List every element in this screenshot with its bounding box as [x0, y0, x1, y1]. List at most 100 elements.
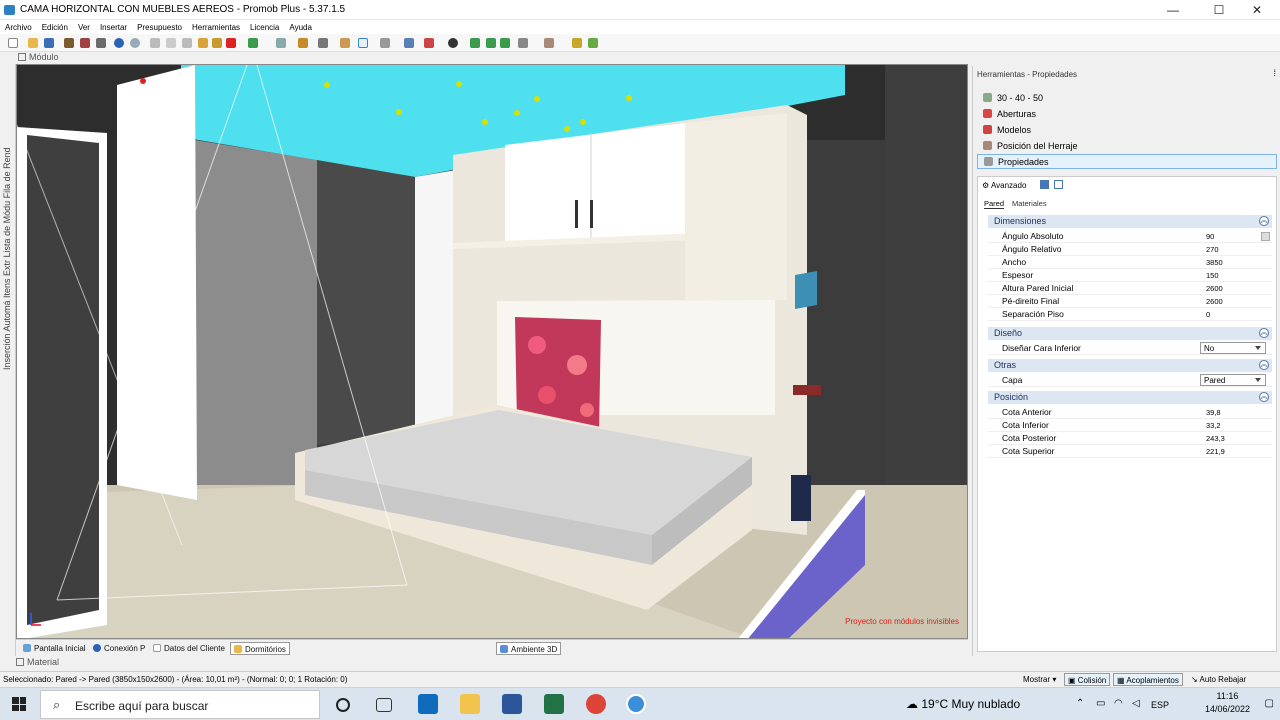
- tab-ambiente-3d[interactable]: Ambiente 3D: [496, 642, 562, 655]
- section-dimensiones[interactable]: Dimensiones ︽: [988, 215, 1272, 228]
- panel-item-posicion-herraje[interactable]: Posición del Herraje: [977, 139, 1277, 154]
- prop-row[interactable]: Cota Posterior 243,3: [988, 432, 1272, 445]
- select-pointer-icon[interactable]: [358, 38, 368, 48]
- acoplamientos-toggle[interactable]: ▦ Acoplamientos: [1113, 673, 1183, 686]
- delete-icon[interactable]: [226, 38, 236, 48]
- volume-icon[interactable]: ◁: [1132, 698, 1140, 709]
- redo-icon[interactable]: [130, 38, 140, 48]
- prop-row[interactable]: Espesor 150: [988, 269, 1272, 282]
- copy-icon[interactable]: [166, 38, 176, 48]
- left-dock-strip[interactable]: Inserción Automá Itens Extr Lista de Mód…: [0, 64, 16, 656]
- left-dock-labels[interactable]: Inserción Automá Itens Extr Lista de Mód…: [2, 70, 12, 370]
- module-icon[interactable]: [64, 38, 74, 48]
- prop-row[interactable]: Cota Inferior 33,2: [988, 419, 1272, 432]
- collapse-icon[interactable]: ︽: [1259, 360, 1269, 370]
- auto-rebajar-toggle[interactable]: ↘ Auto Rebajar: [1188, 673, 1249, 686]
- tab-datos-cliente[interactable]: Datos del Cliente: [150, 642, 228, 655]
- colision-toggle[interactable]: ▣ Colisión: [1064, 673, 1111, 686]
- prop-row[interactable]: Ancho 3850: [988, 256, 1272, 269]
- prop-value[interactable]: 270: [1206, 245, 1219, 254]
- taskbar-clock[interactable]: 11:16 14/06/2022: [1205, 690, 1250, 716]
- prop-dropdown[interactable]: No: [1200, 342, 1266, 354]
- eye-icon[interactable]: [448, 38, 458, 48]
- paste-icon[interactable]: [182, 38, 192, 48]
- notifications-icon[interactable]: ▢: [1265, 698, 1274, 709]
- task-view-icon[interactable]: [376, 698, 392, 712]
- prop-row[interactable]: Ángulo Relativo 270: [988, 243, 1272, 256]
- camera-icon[interactable]: [518, 38, 528, 48]
- minimize-button[interactable]: —: [1150, 0, 1196, 20]
- menu-insertar[interactable]: Insertar: [95, 20, 132, 32]
- measure-icon[interactable]: [298, 38, 308, 48]
- collapse-icon[interactable]: ︽: [1259, 216, 1269, 226]
- render-icon[interactable]: [80, 38, 90, 48]
- windows-start-icon[interactable]: [12, 697, 26, 711]
- ellipsis-button[interactable]: [1261, 232, 1270, 241]
- prop-value[interactable]: 39,8: [1206, 408, 1221, 417]
- shape-icon[interactable]: [318, 38, 328, 48]
- collapse-icon[interactable]: ︽: [1259, 392, 1269, 402]
- magic-wand-icon[interactable]: [572, 38, 582, 48]
- panel-item-modelos[interactable]: Modelos: [977, 123, 1277, 138]
- file-explorer-icon[interactable]: [460, 694, 480, 714]
- material-tab[interactable]: Material: [16, 657, 76, 670]
- collapse-icon[interactable]: ︽: [1259, 328, 1269, 338]
- taskbar-search[interactable]: ⌕ Escribe aquí para buscar: [40, 690, 320, 719]
- mostrar-dropdown[interactable]: Mostrar ▾: [1020, 673, 1059, 686]
- menu-archivo[interactable]: Archivo: [0, 20, 37, 32]
- prop-row[interactable]: Cota Anterior 39,8: [988, 406, 1272, 419]
- plugin-icon[interactable]: [588, 38, 598, 48]
- prop-value[interactable]: 0: [1206, 310, 1210, 319]
- tray-arrow-icon[interactable]: ⌃: [1076, 698, 1084, 709]
- prop-row[interactable]: Capa Pared: [988, 374, 1272, 387]
- 3d-viewport[interactable]: Proyecto con módulos invisibles: [16, 64, 968, 639]
- move-icon[interactable]: [470, 38, 480, 48]
- outlook-icon[interactable]: [418, 694, 438, 714]
- prop-row[interactable]: Diseñar Cara Inferior No: [988, 342, 1272, 355]
- window-view-icon[interactable]: [1054, 180, 1063, 189]
- menu-ayuda[interactable]: Ayuda: [284, 20, 317, 32]
- weather-widget[interactable]: ☁ 19°C Muy nublado: [906, 697, 1020, 711]
- arrow-left-icon[interactable]: [486, 38, 496, 48]
- panel-item-aberturas[interactable]: Aberturas: [977, 107, 1277, 122]
- cube-view-icon[interactable]: [404, 38, 414, 48]
- word-icon[interactable]: [502, 694, 522, 714]
- menu-presupuesto[interactable]: Presupuesto: [132, 20, 187, 32]
- prop-value[interactable]: 243,3: [1206, 434, 1225, 443]
- brush-icon[interactable]: [212, 38, 222, 48]
- prop-row[interactable]: Ángulo Absoluto 90: [988, 230, 1272, 243]
- prop-dropdown[interactable]: Pared: [1200, 374, 1266, 386]
- box-icon[interactable]: [544, 38, 554, 48]
- menu-licencia[interactable]: Licencia: [245, 20, 284, 32]
- prop-value[interactable]: 3850: [1206, 258, 1223, 267]
- modulo-tab[interactable]: Módulo: [18, 52, 78, 64]
- grid-icon[interactable]: [380, 38, 390, 48]
- open-folder-icon[interactable]: [28, 38, 38, 48]
- list-view-icon[interactable]: [1040, 180, 1049, 189]
- avanzado-toggle[interactable]: ⚙ Avanzado: [982, 181, 1026, 190]
- prop-value[interactable]: 33,2: [1206, 421, 1221, 430]
- prop-value[interactable]: 150: [1206, 271, 1219, 280]
- prop-value[interactable]: 90: [1206, 232, 1214, 241]
- language-indicator[interactable]: ESP: [1151, 700, 1169, 710]
- prop-row[interactable]: Separación Piso 0: [988, 308, 1272, 321]
- tab-conexion[interactable]: Conexión P: [90, 642, 148, 655]
- 3d-scene[interactable]: Proyecto con módulos invisibles: [17, 65, 968, 639]
- prop-value[interactable]: 221,9: [1206, 447, 1225, 456]
- prop-value[interactable]: 2600: [1206, 297, 1223, 306]
- save-icon[interactable]: [44, 38, 54, 48]
- prop-row[interactable]: Pé-direito Final 2600: [988, 295, 1272, 308]
- wall-icon[interactable]: [424, 38, 434, 48]
- wifi-icon[interactable]: ◠: [1114, 698, 1123, 709]
- section-diseno[interactable]: Diseño ︽: [988, 327, 1272, 340]
- subtab-materiales[interactable]: Materiales: [1012, 199, 1047, 208]
- refresh-icon[interactable]: [248, 38, 258, 48]
- tab-dormitorios[interactable]: Dormitórios: [230, 642, 290, 655]
- section-otras[interactable]: Otras ︽: [988, 359, 1272, 372]
- panel-item-propiedades[interactable]: Propiedades: [977, 154, 1277, 169]
- promob-taskbar-icon[interactable]: [626, 694, 646, 714]
- print-icon[interactable]: [96, 38, 106, 48]
- section-posicion[interactable]: Posición ︽: [988, 391, 1272, 404]
- arrow-right-icon[interactable]: [500, 38, 510, 48]
- cut-icon[interactable]: [150, 38, 160, 48]
